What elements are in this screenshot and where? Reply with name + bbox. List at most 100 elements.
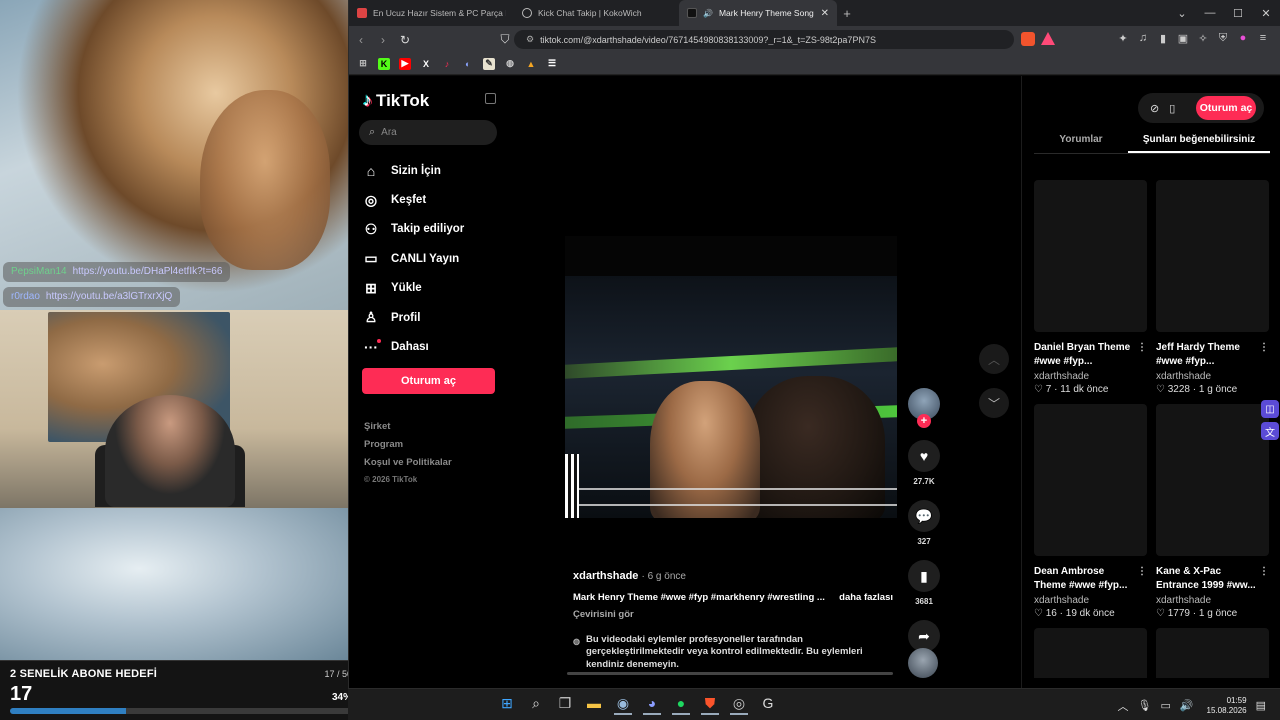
notifications-icon[interactable]: ▤ bbox=[1256, 699, 1266, 712]
steam-icon[interactable]: ◉ bbox=[614, 693, 632, 715]
footer-company-link[interactable]: Şirket bbox=[364, 421, 452, 439]
forward-button[interactable]: › bbox=[373, 30, 393, 50]
top-login-button[interactable]: Oturum aç bbox=[1196, 96, 1256, 120]
leo-ai-icon[interactable]: ✧ bbox=[1196, 30, 1210, 46]
login-button[interactable]: Oturum aç bbox=[362, 368, 495, 394]
footer-terms-link[interactable]: Koşul ve Politikalar bbox=[364, 457, 452, 475]
nav-more[interactable]: ··· Dahası bbox=[363, 332, 503, 361]
video-author[interactable]: xdarthshade · 6 g önce bbox=[573, 570, 893, 582]
card-author[interactable]: xdarthshade bbox=[1034, 371, 1147, 382]
menu-icon[interactable]: ≡ bbox=[1256, 30, 1270, 46]
obs-icon[interactable]: ◎ bbox=[730, 693, 748, 715]
address-bar[interactable]: ⚙ tiktok.com/@xdarthshade/video/76714549… bbox=[514, 30, 1014, 49]
author-avatar[interactable]: + bbox=[908, 388, 940, 428]
card-author[interactable]: xdarthshade bbox=[1156, 595, 1269, 606]
compass-icon[interactable]: ⊘ bbox=[1150, 102, 1159, 115]
bookmark-icon-8[interactable]: ▲ bbox=[525, 58, 537, 70]
music-disc-avatar[interactable] bbox=[908, 648, 938, 678]
nav-upload[interactable]: ⊞ Yükle bbox=[363, 274, 503, 303]
comment-action[interactable]: 💬 327 bbox=[906, 500, 942, 546]
save-action[interactable]: ▮ 3681 bbox=[906, 560, 942, 606]
tab-suggested[interactable]: Şunları beğenebilirsiniz bbox=[1128, 132, 1270, 153]
network-icon[interactable]: ▭ bbox=[1160, 699, 1170, 712]
phone-icon[interactable]: ▯ bbox=[1169, 102, 1175, 115]
volume-icon[interactable]: 🔊 bbox=[1180, 699, 1194, 712]
kick-bookmark-icon[interactable]: K bbox=[378, 57, 390, 70]
card-author[interactable]: xdarthshade bbox=[1156, 371, 1269, 382]
next-video-chevron-down-icon[interactable]: ﹀ bbox=[979, 388, 1009, 418]
microphone-icon[interactable]: 🎙 bbox=[1137, 699, 1151, 712]
brave-rewards-icon[interactable] bbox=[1041, 32, 1055, 45]
more-options-icon[interactable]: ⋮ bbox=[1137, 341, 1147, 355]
tab-search-chevron-icon[interactable]: ⌄ bbox=[1168, 0, 1196, 26]
x-bookmark-icon[interactable]: X bbox=[420, 58, 432, 70]
spotify-icon[interactable]: ● bbox=[672, 693, 690, 715]
suggested-video-card[interactable]: Jeff Hardy Theme #wwe #fyp... ⋮ xdarthsha… bbox=[1156, 180, 1269, 395]
minimize-button[interactable]: — bbox=[1196, 0, 1224, 26]
close-tab-icon[interactable]: ✕ bbox=[821, 8, 829, 19]
music-icon[interactable]: ♫ bbox=[1136, 30, 1150, 46]
reload-button[interactable]: ↻ bbox=[395, 30, 415, 50]
search-icon[interactable]: ⌕ bbox=[527, 693, 545, 715]
tab-comments[interactable]: Yorumlar bbox=[1034, 132, 1128, 153]
author-name[interactable]: xdarthshade bbox=[573, 570, 638, 582]
tray-overflow-chevron-up-icon[interactable]: ︿ bbox=[1117, 698, 1128, 714]
suggested-video-card[interactable]: Kane & X-Pac Entrance 1999 #ww... ⋮ xdart… bbox=[1156, 404, 1269, 619]
video-thumbnail[interactable] bbox=[1034, 404, 1147, 556]
more-options-icon[interactable]: ⋮ bbox=[1137, 565, 1147, 579]
translate-link[interactable]: Çevirisini gör bbox=[573, 609, 893, 620]
brave-shields-icon[interactable] bbox=[1021, 32, 1035, 46]
new-tab-button[interactable]: + bbox=[837, 6, 857, 21]
profile-icon[interactable]: ● bbox=[1236, 30, 1250, 46]
footer-program-link[interactable]: Program bbox=[364, 439, 452, 457]
video-thumbnail[interactable] bbox=[1156, 628, 1269, 678]
globe-bookmark-icon[interactable]: ◍ bbox=[504, 58, 516, 70]
vpn-icon[interactable]: ⛨ bbox=[1216, 30, 1230, 46]
card-author[interactable]: xdarthshade bbox=[1034, 595, 1147, 606]
youtube-bookmark-icon[interactable]: ▶ bbox=[399, 57, 411, 70]
nav-live[interactable]: ▭ CANLI Yayın bbox=[363, 244, 503, 273]
video-thumbnail[interactable] bbox=[1034, 180, 1147, 332]
close-window-button[interactable]: ✕ bbox=[1252, 0, 1280, 26]
app-icon[interactable]: G bbox=[759, 693, 777, 715]
more-options-icon[interactable]: ⋮ bbox=[1259, 565, 1269, 579]
extension-floating-icon[interactable]: ◫ bbox=[1261, 400, 1279, 418]
back-button[interactable]: ‹ bbox=[351, 30, 371, 50]
more-options-icon[interactable]: ⋮ bbox=[1259, 341, 1269, 355]
maximize-button[interactable]: ☐ bbox=[1224, 0, 1252, 26]
suggested-video-card[interactable]: Daniel Bryan Theme #wwe #fyp... ⋮ xdarths… bbox=[1034, 180, 1147, 395]
nav-profile[interactable]: ♙ Profil bbox=[363, 303, 503, 332]
tab-kick-chat[interactable]: Kick Chat Takip | KokoWich bbox=[514, 0, 679, 26]
site-settings-icon[interactable]: ⚙ bbox=[526, 34, 534, 45]
video-progress-bar[interactable] bbox=[567, 672, 893, 675]
file-explorer-icon[interactable]: ▬ bbox=[585, 693, 603, 715]
nav-for-you[interactable]: ⌂ Sizin İçin bbox=[363, 156, 503, 185]
discord-icon[interactable]: ◕ bbox=[643, 693, 661, 715]
tiktok-bookmark-icon[interactable]: ♪ bbox=[441, 58, 453, 70]
nav-following[interactable]: ⚇ Takip ediliyor bbox=[363, 215, 503, 244]
suggested-video-card[interactable]: Dean Ambrose Theme #wwe #fyp... ⋮ xdarths… bbox=[1034, 404, 1147, 619]
nav-explore[interactable]: ◎ Keşfet bbox=[363, 185, 503, 214]
clock[interactable]: 01:59 15.08.2026 bbox=[1207, 696, 1247, 715]
start-windows-icon[interactable]: ⊞ bbox=[498, 693, 516, 715]
search-input[interactable]: ⌕ Ara bbox=[359, 120, 497, 145]
bookmark-icon-9[interactable]: ☰ bbox=[546, 58, 558, 70]
apps-grid-icon[interactable]: ⊞ bbox=[357, 58, 369, 70]
bookmark-icon-6[interactable]: ✎ bbox=[483, 57, 495, 70]
task-view-icon[interactable]: ❐ bbox=[556, 693, 574, 715]
like-action[interactable]: ♥ 27.7K bbox=[906, 440, 942, 486]
follow-plus-icon[interactable]: + bbox=[917, 414, 931, 428]
more-link[interactable]: daha fazlası bbox=[839, 592, 893, 603]
brave-icon[interactable]: ⛊ bbox=[701, 693, 719, 715]
tab-tiktok-active[interactable]: 🔊 Mark Henry Theme Song - WWE ✕ bbox=[679, 0, 837, 26]
tab-pc-parts[interactable]: En Ucuz Hazır Sistem & PC Parça Fiyatlar… bbox=[349, 0, 514, 26]
sidebar-icon[interactable]: ▮ bbox=[1156, 30, 1170, 46]
video-thumbnail[interactable] bbox=[1156, 180, 1269, 332]
bookmark-icon[interactable]: ⛉ bbox=[495, 30, 515, 50]
video-thumbnail[interactable] bbox=[1156, 404, 1269, 556]
video-thumbnail[interactable] bbox=[1034, 628, 1147, 678]
previous-video-chevron-up-icon[interactable]: ︿ bbox=[979, 344, 1009, 374]
bookmark-icon-5[interactable]: ◐ bbox=[462, 58, 474, 70]
collapse-sidebar-icon[interactable] bbox=[485, 93, 496, 104]
video-player[interactable] bbox=[565, 236, 897, 518]
